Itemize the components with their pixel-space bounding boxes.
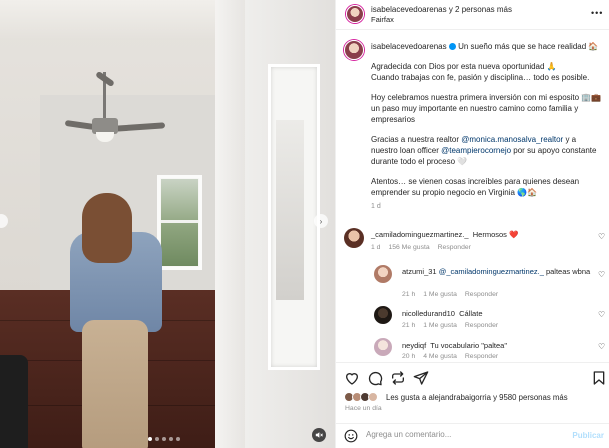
carousel-dot [169,437,173,441]
mirror-reflection [276,120,304,300]
repost-icon[interactable] [390,370,406,386]
comment-meta: 20 h 4 Me gusta Responder [402,353,506,360]
likes-text: Les gusta a alejandrabaigorria y 9580 pe… [386,393,568,402]
mention-link[interactable]: @_camiladominguezmartinez._ [439,267,544,276]
caption-paragraph: Gracias a nuestra realtor [371,135,462,144]
comment-content: palteas wbna [545,267,591,276]
share-icon[interactable] [413,370,429,386]
liker-avatar [368,392,378,402]
comment-time[interactable]: 21 h [402,322,415,329]
comment-content: Hermosos ❤️ [472,230,519,239]
caption-paragraph: Hoy celebramos nuestra primera inversión… [371,93,602,124]
comment-reply-button[interactable]: Responder [465,291,498,298]
comment-username[interactable]: _camiladominguezmartinez._ [371,230,469,239]
comment-time[interactable]: 21 h [402,291,415,298]
caption-text: isabelacevedoarenas Un sueño más que se … [371,41,603,212]
heart-outline-icon[interactable]: ♡ [598,232,605,241]
chevron-right-icon: › [319,216,323,226]
likes-summary[interactable]: Les gusta a alejandrabaigorria y 9580 pe… [344,392,606,404]
comment-text: atzumi_31 @_camiladominguezmartinez._ pa… [402,267,590,276]
caption-paragraph: Cuando trabajas con fe, pasión y discipl… [371,73,590,82]
comment-text: nicolledurand10 Cállate [402,309,483,318]
carousel-dot [148,437,152,441]
comment-reply-button[interactable]: Responder [465,322,498,329]
comment-reply-button[interactable]: Responder [465,353,498,360]
window-bar [161,220,198,223]
comment-avatar[interactable] [374,338,392,356]
carousel-dot [176,437,180,441]
liker-username[interactable]: alejandrabaigorria [428,393,490,402]
comment-text: neydiqf Tu vocabulario "paltea" [402,341,507,350]
comment-icon[interactable] [367,370,383,386]
comment-content: Tu vocabulario "paltea" [430,341,507,350]
comment-likes[interactable]: 1 Me gusta [423,322,457,329]
mention-link[interactable]: @teampierocornejo [441,146,511,155]
post-comment-button[interactable]: Publicar [572,431,604,440]
room-ceiling [0,0,215,40]
caption-paragraph: Atentos… se vienen cosas increíbles para… [371,177,580,197]
emoji-icon[interactable] [344,429,358,443]
caption-headline: Un sueño más que se hace realidad 🏠 [458,42,599,51]
comment-text: _camiladominguezmartinez._ Hermosos ❤️ [371,230,518,239]
comment-username[interactable]: nicolledurand10 [402,309,455,318]
heart-outline-icon[interactable]: ♡ [598,310,605,319]
person-pants [82,320,148,448]
comment-avatar[interactable] [374,265,392,283]
comment-time[interactable]: 20 h [402,353,415,360]
comment-time[interactable]: 1 d [371,244,380,251]
comment-meta: 21 h 1 Me gusta Responder [402,322,506,329]
speaker-muted-icon [315,432,323,438]
likes-prefix: Les gusta a [386,393,429,402]
person-hair [82,193,132,263]
comment-avatar[interactable] [344,228,364,248]
comment-input[interactable] [366,430,566,439]
comment-username[interactable]: neydiqf [402,341,426,350]
post-location[interactable]: Fairfax [371,15,394,24]
avatar[interactable] [346,5,364,23]
mention-link[interactable]: @monica.manosalva_realtor [461,135,563,144]
post-media[interactable]: › [0,0,335,448]
heart-icon[interactable] [344,370,360,386]
add-comment-bar: Publicar [336,423,609,448]
comment-likes[interactable]: 1 Me gusta [423,291,457,298]
comment-avatar[interactable] [374,306,392,324]
comment-content: Cállate [459,309,483,318]
post-header: isabelacevedoarenas y 2 personas más Fai… [336,0,609,30]
caption-paragraph: Agradecida con Dios por esta nueva oport… [371,62,557,71]
likes-suffix[interactable]: y 9580 personas más [491,393,568,402]
comment-meta: 21 h 1 Me gusta Responder [402,291,506,298]
door-frame [215,0,245,448]
chair [0,355,28,448]
post-authors[interactable]: isabelacevedoarenas y 2 personas más [371,5,512,14]
bookmark-icon[interactable] [591,370,607,386]
caption-username[interactable]: isabelacevedoarenas [371,42,447,51]
caption-time[interactable]: 1 d [371,201,603,212]
carousel-next-button[interactable]: › [314,214,328,228]
verified-badge-icon [448,43,456,50]
post-timestamp[interactable]: Hace un día [345,405,382,412]
comment-meta: 1 d 156 Me gusta Responder [371,244,479,251]
comment-likes[interactable]: 156 Me gusta [388,244,429,251]
carousel-dot [162,437,166,441]
carousel-dot [155,437,159,441]
comment-likes[interactable]: 4 Me gusta [423,353,457,360]
heart-outline-icon[interactable]: ♡ [598,270,605,279]
post-side-panel: isabelacevedoarenas y 2 personas más Fai… [335,0,609,448]
comment-username[interactable]: atzumi_31 [402,267,437,276]
post-actions [336,362,609,390]
more-options-icon[interactable]: ••• [591,8,603,18]
mute-button[interactable] [312,428,326,442]
heart-outline-icon[interactable]: ♡ [598,342,605,351]
caption-avatar[interactable] [344,40,364,60]
comment-reply-button[interactable]: Responder [438,244,471,251]
carousel-indicator [148,437,180,441]
